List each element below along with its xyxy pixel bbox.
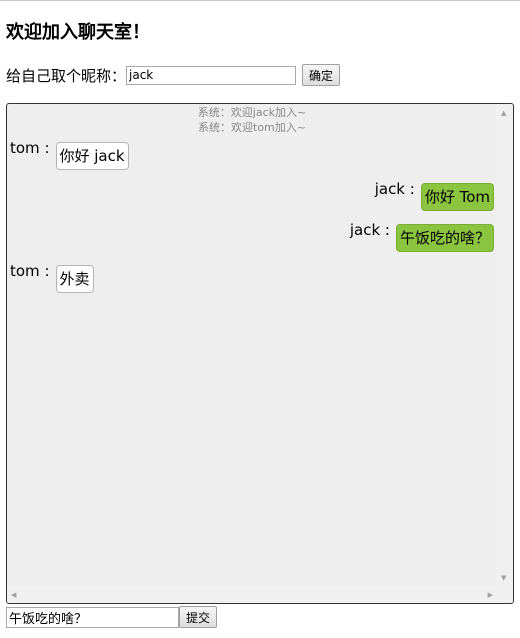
vertical-scrollbar[interactable]: ▲ ▼ [496, 104, 513, 587]
scrollbar-corner [496, 586, 513, 603]
message-bubble: 外卖 [55, 265, 94, 293]
system-message: 系统：欢迎jack加入~ [197, 106, 307, 119]
nickname-label: 给自己取个昵称： [6, 66, 127, 85]
horizontal-scrollbar[interactable]: ◀ ▶ [7, 586, 497, 603]
submit-button[interactable]: 提交 [179, 606, 218, 628]
nickname-input[interactable] [126, 65, 297, 85]
message-sender: tom : [10, 139, 50, 157]
message-sender: jack : [349, 221, 390, 239]
nickname-row: 给自己取个昵称： 确定 [6, 63, 341, 87]
message-bubble: 你好 Tom [420, 183, 494, 211]
message-bubble: 午饭吃的啥？ [395, 224, 494, 252]
scroll-right-arrow-icon[interactable]: ▶ [488, 590, 493, 600]
page-title: 欢迎加入聊天室！ [6, 22, 150, 43]
scroll-up-arrow-icon[interactable]: ▲ [501, 108, 506, 118]
chat-message: tom : 你好 jack [10, 139, 129, 170]
system-message: 系统：欢迎tom加入~ [198, 121, 306, 134]
message-bubble: 你好 jack [55, 142, 129, 170]
chat-message-list: 系统：欢迎jack加入~ 系统：欢迎tom加入~ tom : 你好 jack j… [7, 104, 497, 587]
message-sender: tom : [10, 262, 50, 280]
message-sender: jack : [374, 180, 415, 198]
confirm-nickname-button[interactable]: 确定 [302, 64, 341, 86]
chat-message: jack : 你好 Tom [375, 180, 494, 211]
scroll-down-arrow-icon[interactable]: ▼ [501, 573, 506, 583]
chat-message: jack : 午饭吃的啥？ [350, 221, 494, 252]
composer-row: 提交 [6, 606, 218, 628]
message-input[interactable] [6, 606, 179, 628]
chat-page: 欢迎加入聊天室！ 给自己取个昵称： 确定 系统：欢迎jack加入~ 系统：欢迎t… [0, 0, 520, 638]
chat-window[interactable]: 系统：欢迎jack加入~ 系统：欢迎tom加入~ tom : 你好 jack j… [6, 103, 514, 604]
scroll-left-arrow-icon[interactable]: ◀ [11, 590, 16, 600]
chat-message: tom : 外卖 [10, 262, 94, 293]
